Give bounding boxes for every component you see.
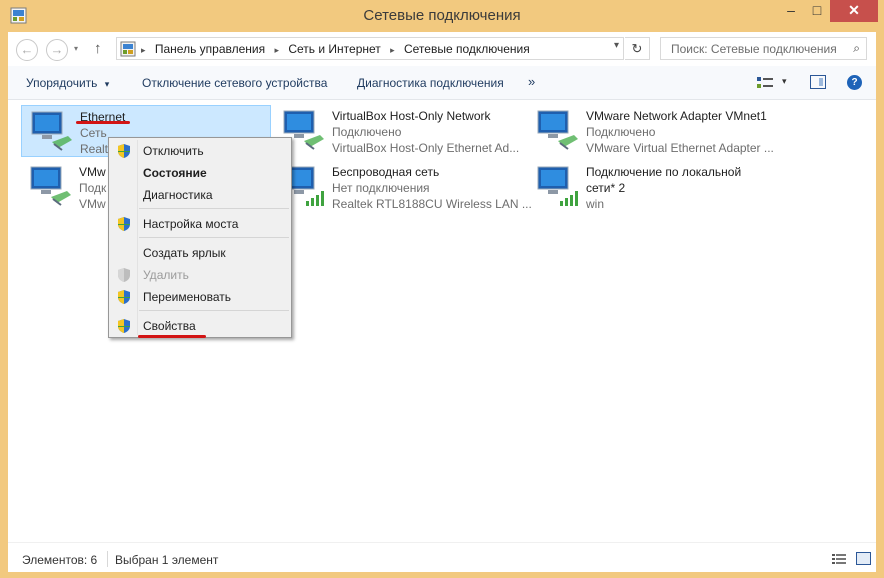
uac-shield-icon <box>118 217 130 231</box>
navigation-bar: ← → ▾ ↑ ▸ Панель управления ▸ Сеть и Инт… <box>8 32 876 66</box>
context-menu: Отключить Состояние Диагностика Настройк… <box>108 137 292 338</box>
chevron-down-icon: ▾ <box>782 76 787 86</box>
menu-item-rename[interactable]: Переименовать <box>111 286 289 308</box>
tiles-view-icon[interactable] <box>856 552 871 565</box>
menu-item-diagnose[interactable]: Диагностика <box>111 184 289 206</box>
breadcrumb-separator-icon[interactable]: ▸ <box>390 45 395 55</box>
address-dropdown-icon[interactable]: ▾ <box>614 40 619 51</box>
close-button[interactable]: ✕ <box>830 0 878 22</box>
connection-vmware-vmnet1[interactable]: VMware Network Adapter VMnet1 Подключено… <box>528 105 778 157</box>
help-icon[interactable]: ? <box>847 75 862 90</box>
disable-device-button[interactable]: Отключение сетевого устройства <box>142 76 327 90</box>
connection-name: Подключение по локальной <box>586 165 742 179</box>
menu-item-label: Свойства <box>143 319 196 333</box>
uac-shield-icon <box>118 319 130 333</box>
recent-locations-button[interactable]: ▾ <box>74 44 78 53</box>
uac-shield-icon <box>118 290 130 304</box>
connection-status: Подключено <box>332 125 402 139</box>
details-view-icon[interactable] <box>832 553 846 565</box>
menu-item-properties[interactable]: Свойства <box>111 315 289 337</box>
breadcrumb-separator-icon[interactable]: ▸ <box>141 45 146 55</box>
breadcrumb-network-connections[interactable]: Сетевые подключения <box>404 42 530 56</box>
organize-button[interactable]: Упорядочить ▾ <box>26 76 109 90</box>
ethernet-adapter-icon <box>31 111 72 151</box>
address-bar[interactable]: ▸ Панель управления ▸ Сеть и Интернет ▸ … <box>116 37 624 60</box>
connection-virtualbox[interactable]: VirtualBox Host-Only Network Подключено … <box>274 105 524 157</box>
menu-item-label: Переименовать <box>143 290 231 304</box>
menu-item-label: Отключить <box>143 144 204 158</box>
change-view-button[interactable]: ▾ <box>756 75 787 91</box>
connection-local-area-2[interactable]: Подключение по локальной сети* 2 win <box>528 161 778 213</box>
preview-pane-icon[interactable] <box>810 75 826 89</box>
menu-item-status[interactable]: Состояние <box>111 162 289 184</box>
menu-item-label: Состояние <box>143 166 207 180</box>
ethernet-adapter-icon <box>30 166 71 206</box>
menu-item-create-shortcut[interactable]: Создать ярлык <box>111 242 289 264</box>
menu-separator <box>139 237 289 238</box>
connection-name: VMw <box>79 165 106 179</box>
back-button[interactable]: ← <box>16 39 38 61</box>
ethernet-adapter-icon <box>537 110 578 150</box>
annotation-underline-properties <box>138 335 206 338</box>
connection-device: VMw <box>79 197 106 211</box>
breadcrumb: ▸ Панель управления ▸ Сеть и Интернет ▸ … <box>141 42 530 56</box>
maximize-button[interactable]: □ <box>804 0 830 22</box>
menu-item-delete: Удалить <box>111 264 289 286</box>
menu-item-label: Удалить <box>143 268 189 282</box>
connection-status: Подключено <box>586 125 656 139</box>
status-divider <box>107 551 108 567</box>
menu-item-label: Диагностика <box>143 188 213 202</box>
status-bar: Элементов: 6 Выбран 1 элемент <box>8 542 876 572</box>
uac-shield-icon <box>118 268 130 282</box>
connection-name-line2: сети* 2 <box>586 181 626 195</box>
search-box[interactable]: ⌕ <box>660 37 867 60</box>
minimize-button[interactable]: – <box>778 0 804 22</box>
uac-shield-icon <box>118 144 130 158</box>
command-bar: Упорядочить ▾ Отключение сетевого устрой… <box>8 66 876 100</box>
connection-device: Realtek RTL8188CU Wireless LAN ... <box>332 197 532 211</box>
item-count: Элементов: 6 <box>22 553 98 567</box>
connection-wireless[interactable]: Беспроводная сеть Нет подключения Realte… <box>274 161 532 213</box>
menu-item-disable[interactable]: Отключить <box>111 140 289 162</box>
annotation-underline-ethernet <box>76 121 130 124</box>
selection-count: Выбран 1 элемент <box>115 553 219 567</box>
refresh-button[interactable]: ↻ <box>625 37 650 60</box>
forward-button[interactable]: → <box>46 39 68 61</box>
connection-status: win <box>586 197 605 211</box>
connection-status: Нет подключения <box>332 181 430 195</box>
title-bar: Сетевые подключения – □ ✕ <box>0 0 884 32</box>
breadcrumb-separator-icon[interactable]: ▸ <box>274 45 279 55</box>
connection-name: Беспроводная сеть <box>332 165 440 179</box>
organize-label: Упорядочить <box>26 76 98 90</box>
search-input[interactable] <box>661 38 841 59</box>
menu-item-bridge[interactable]: Настройка моста <box>111 213 289 235</box>
connection-name: VMware Network Adapter VMnet1 <box>586 109 767 123</box>
breadcrumb-network-internet[interactable]: Сеть и Интернет <box>288 42 380 56</box>
more-commands-button[interactable]: » <box>528 74 535 89</box>
connection-status: Сеть <box>80 126 107 140</box>
menu-separator <box>139 208 289 209</box>
connection-name: VirtualBox Host-Only Network <box>332 109 491 123</box>
menu-item-label: Создать ярлык <box>143 246 226 260</box>
connection-device: VMware Virtual Ethernet Adapter ... <box>586 141 774 155</box>
connection-device: VirtualBox Host-Only Ethernet Ad... <box>332 141 520 155</box>
wireless-adapter-icon <box>537 166 578 206</box>
menu-item-label: Настройка моста <box>143 217 239 231</box>
diagnose-connection-button[interactable]: Диагностика подключения <box>357 76 504 90</box>
breadcrumb-control-panel[interactable]: Панель управления <box>155 42 265 56</box>
window-title: Сетевые подключения <box>363 7 521 24</box>
connection-status: Подк <box>79 181 107 195</box>
explorer-window: Сетевые подключения – □ ✕ ← → ▾ ↑ ▸ Пане… <box>0 0 884 578</box>
control-panel-icon <box>120 41 136 57</box>
search-icon[interactable]: ⌕ <box>853 41 860 56</box>
view-list-icon <box>757 77 773 88</box>
chevron-down-icon: ▾ <box>104 79 110 89</box>
up-button[interactable]: ↑ <box>94 40 102 57</box>
menu-separator <box>139 310 289 311</box>
